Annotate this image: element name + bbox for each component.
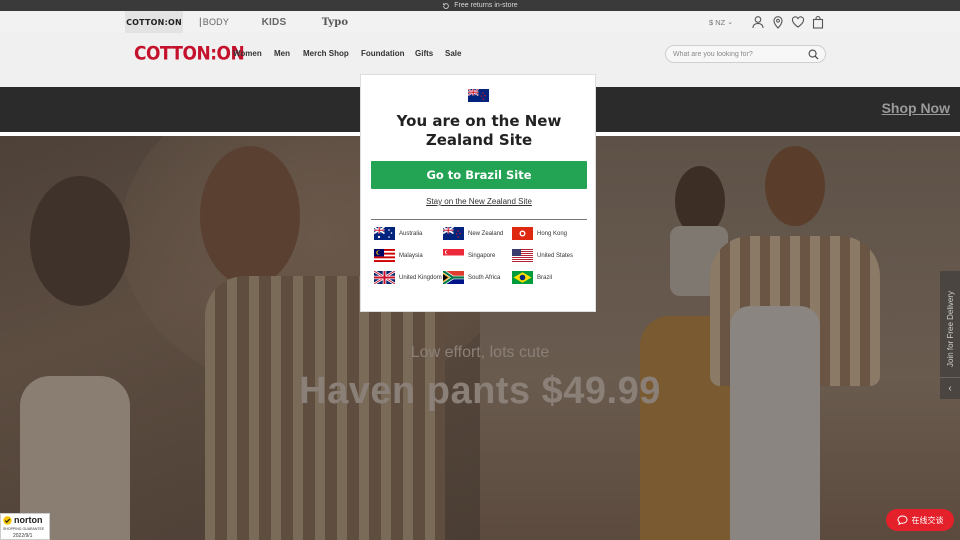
nav-item-men[interactable]: Men	[274, 49, 290, 58]
cart-button[interactable]	[811, 11, 825, 33]
wishlist-button[interactable]	[791, 11, 805, 33]
shopping-bag-icon	[812, 15, 824, 29]
country-option-australia[interactable]: Australia	[374, 227, 422, 240]
top-banner-text: Free returns in-store	[454, 2, 518, 9]
united-kingdom-flag-icon	[374, 271, 395, 284]
brand-tab-cotton-on[interactable]: COTTON:ON	[125, 11, 183, 33]
singapore-flag-icon	[443, 249, 464, 262]
store-locator-button[interactable]	[771, 11, 785, 33]
hong-kong-flag-icon	[512, 227, 533, 240]
nav-item-sale[interactable]: Sale	[445, 49, 461, 58]
search-bar	[665, 45, 826, 63]
country-option-united-kingdom[interactable]: United Kingdom	[374, 271, 442, 284]
shop-now-link[interactable]: Shop Now	[882, 100, 950, 116]
stay-on-site-link[interactable]: Stay on the New Zealand Site	[361, 197, 597, 206]
chevron-down-icon: ⌄	[727, 19, 734, 26]
modal-title: You are on the New Zealand Site	[396, 112, 562, 149]
modal-divider	[371, 219, 587, 220]
country-label: Singapore	[468, 252, 496, 259]
chevron-left-icon[interactable]: ‹	[940, 377, 960, 399]
hero-title: Haven pants $49.99	[299, 370, 661, 412]
search-icon[interactable]	[808, 49, 819, 60]
united-states-flag-icon	[512, 249, 533, 262]
country-option-south-africa[interactable]: South Africa	[443, 271, 500, 284]
country-label: United Kingdom	[399, 274, 442, 281]
user-icon	[752, 16, 764, 29]
live-chat-label: 在线交谈	[911, 515, 944, 525]
returns-icon	[443, 2, 450, 9]
country-option-new-zealand[interactable]: New Zealand	[443, 227, 503, 240]
malaysia-flag-icon	[374, 249, 395, 262]
norton-badge[interactable]: norton SHOPPING GUARANTEE 2022/9/1	[0, 513, 50, 540]
south-africa-flag-icon	[443, 271, 464, 284]
chat-bubble-icon	[896, 515, 908, 525]
norton-logo: norton	[3, 515, 43, 525]
country-label: Brazil	[537, 274, 553, 281]
country-selector-modal: You are on the New Zealand Site Go to Br…	[360, 74, 596, 312]
brazil-flag-icon	[512, 271, 533, 284]
free-delivery-label: Join for Free Delivery	[945, 290, 955, 368]
hero-subtitle: Low effort, lots cute	[410, 344, 550, 361]
check-icon	[3, 515, 12, 525]
currency-label: $ NZ	[709, 17, 726, 27]
country-option-brazil[interactable]: Brazil	[512, 271, 552, 284]
norton-tagline: SHOPPING GUARANTEE	[3, 527, 45, 531]
country-label: South Africa	[468, 274, 501, 281]
location-pin-icon	[773, 16, 783, 29]
brand-bar: COTTON:ON | BODY KIDS Typo $ NZ ⌄	[0, 11, 960, 33]
search-input[interactable]	[673, 50, 803, 58]
country-option-hong-kong[interactable]: Hong Kong	[512, 227, 567, 240]
nav-item-gifts[interactable]: Gifts	[415, 49, 433, 58]
free-delivery-tab[interactable]: Join for Free Delivery ‹	[940, 271, 960, 399]
new-zealand-flag-icon	[468, 89, 489, 102]
brand-tab-body-label: BODY	[202, 17, 230, 27]
brand-tab-typo[interactable]: Typo	[315, 11, 355, 33]
heart-icon	[791, 16, 805, 28]
currency-selector[interactable]: $ NZ ⌄	[709, 11, 733, 33]
account-button[interactable]	[751, 11, 765, 33]
country-option-united-states[interactable]: United States	[512, 249, 573, 262]
norton-brand: norton	[14, 515, 43, 525]
site-logo[interactable]: COTTON:ON	[134, 43, 245, 65]
country-label: Hong Kong	[537, 230, 568, 237]
country-label: New Zealand	[468, 230, 504, 237]
go-to-brazil-button[interactable]: Go to Brazil Site	[371, 161, 587, 189]
country-label: United States	[537, 252, 574, 259]
top-banner: Free returns in-store	[0, 0, 960, 11]
country-label: Australia	[399, 230, 423, 237]
norton-date: 2022/9/1	[13, 533, 33, 539]
brand-tab-kids[interactable]: KIDS	[256, 11, 292, 33]
country-option-malaysia[interactable]: Malaysia	[374, 249, 423, 262]
nav-item-foundation[interactable]: Foundation	[361, 49, 405, 58]
nav-item-merch-shop[interactable]: Merch Shop	[303, 49, 349, 58]
country-label: Malaysia	[399, 252, 423, 259]
country-option-singapore[interactable]: Singapore	[443, 249, 495, 262]
new-zealand-flag-icon	[443, 227, 464, 240]
live-chat-button[interactable]: 在线交谈	[886, 509, 954, 531]
australia-flag-icon	[374, 227, 395, 240]
nav-item-women[interactable]: Women	[233, 49, 262, 58]
brand-tab-body[interactable]: | BODY	[193, 11, 235, 33]
